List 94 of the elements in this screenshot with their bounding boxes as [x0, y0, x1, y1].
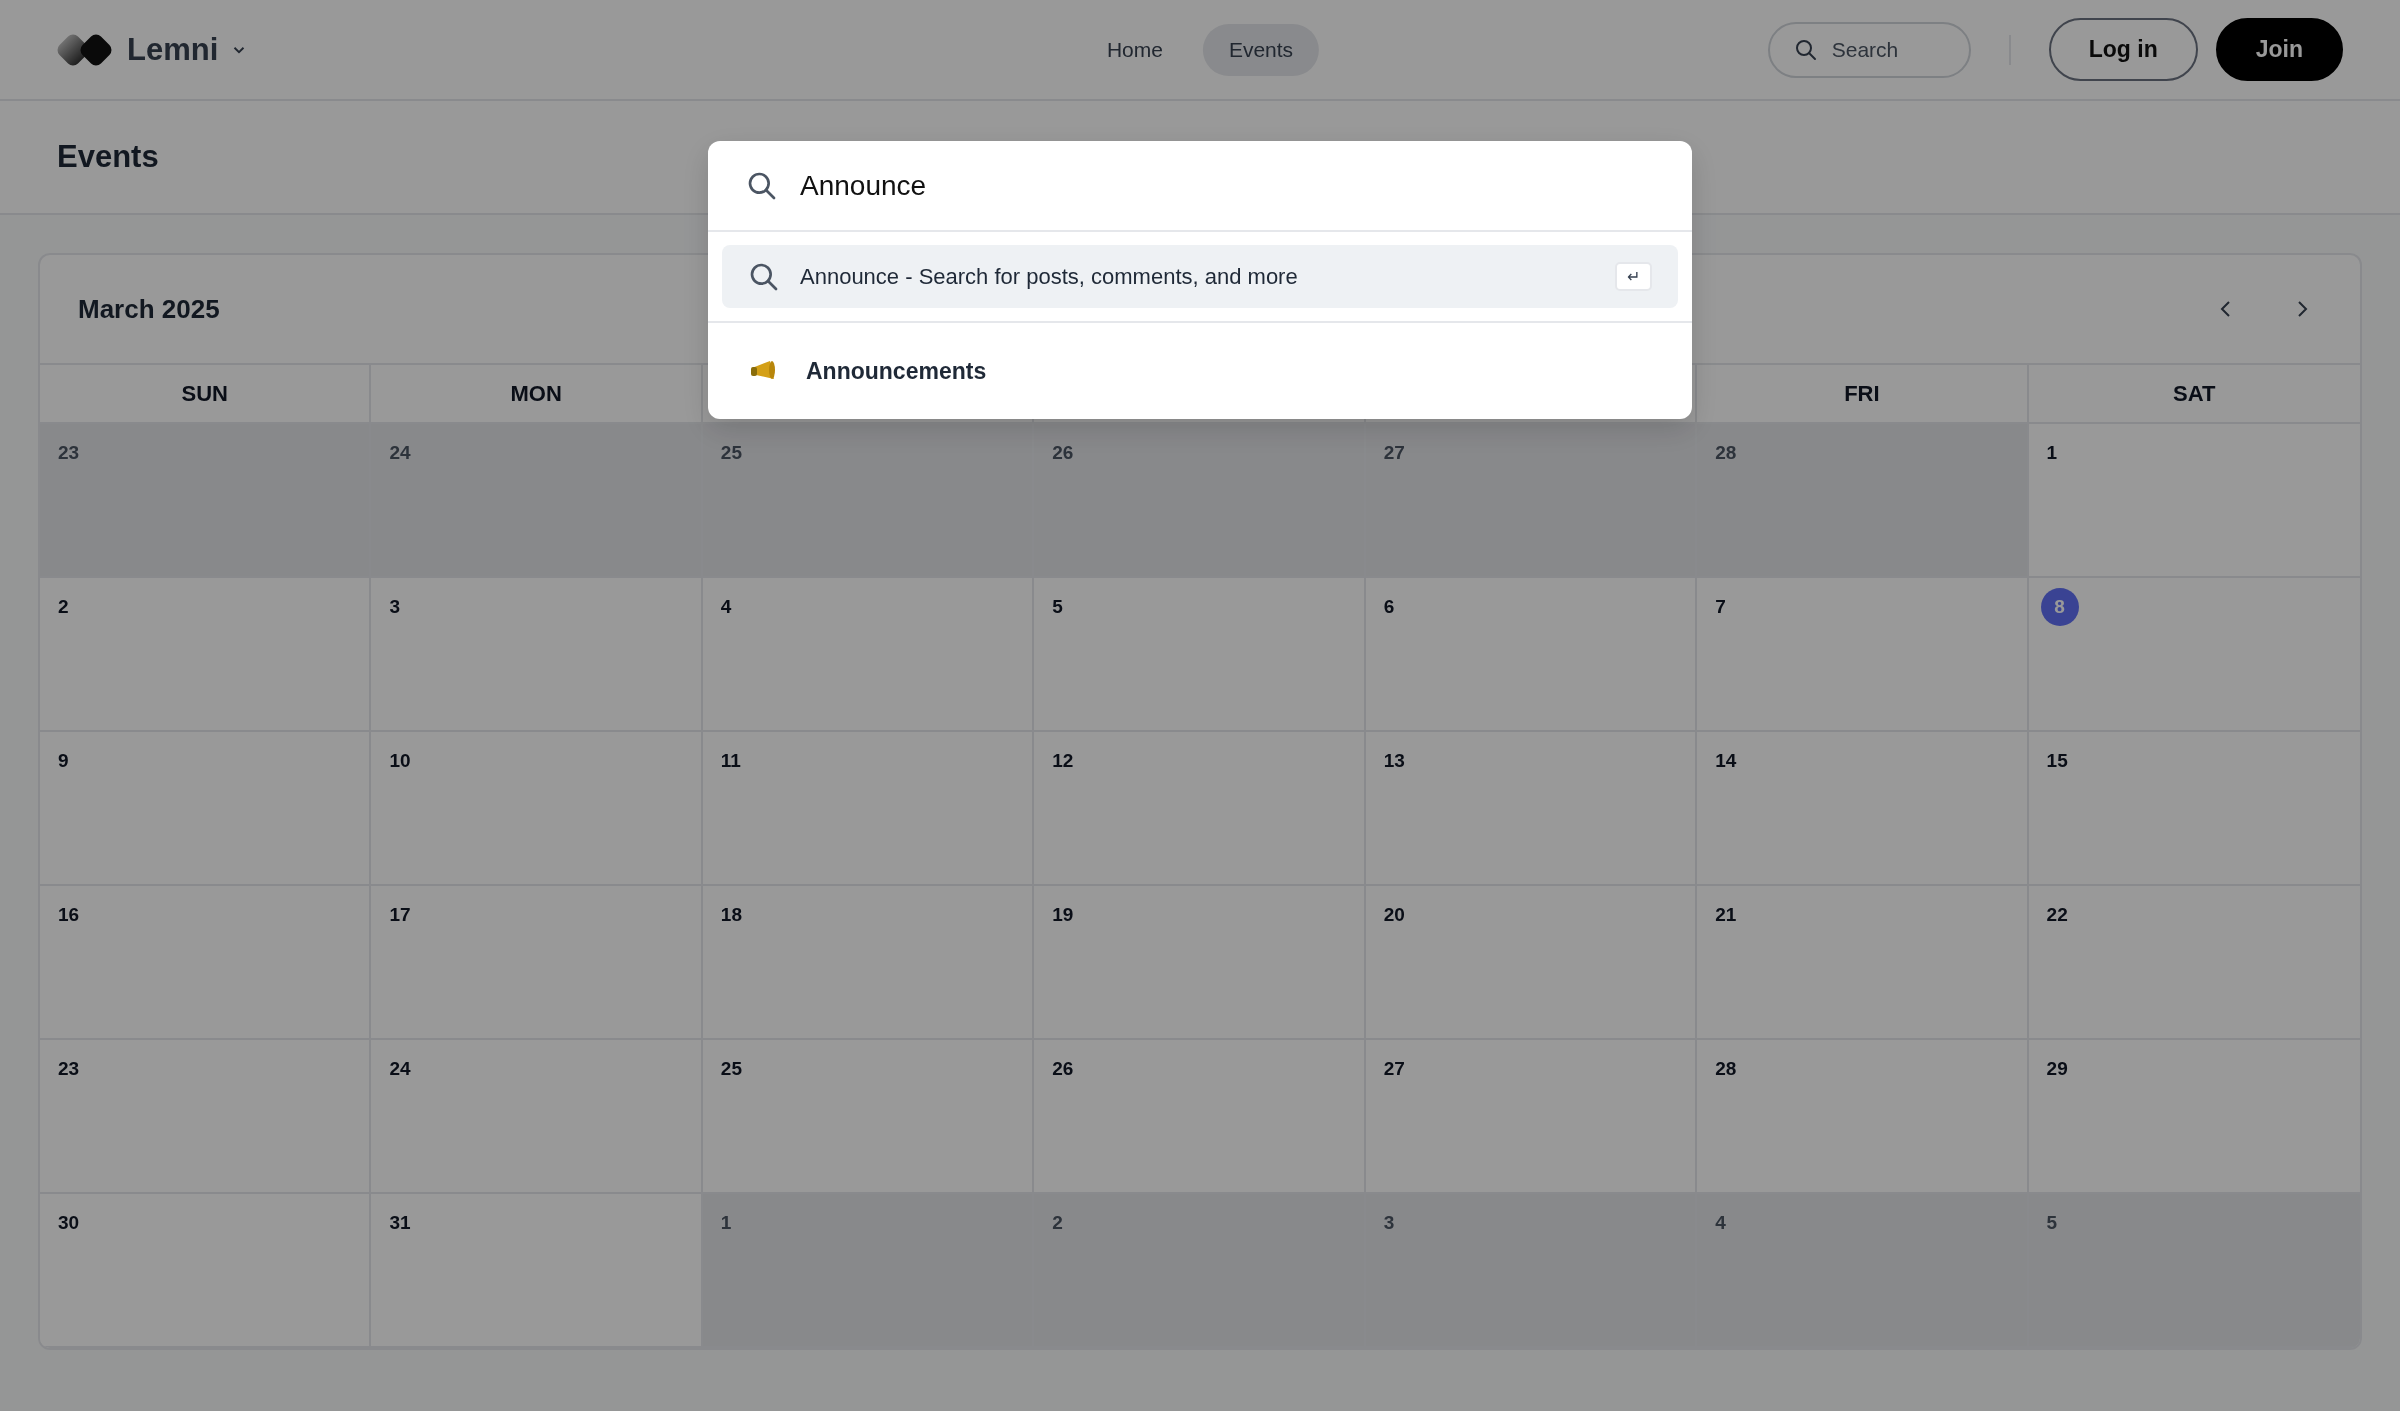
day-number: 24	[389, 1058, 411, 1080]
day-number: 11	[720, 750, 741, 772]
day-number: 20	[1383, 904, 1405, 926]
login-button[interactable]: Log in	[2048, 18, 2198, 81]
day-number: 25	[720, 1058, 742, 1080]
day-number: 1	[2046, 442, 2058, 464]
day-cell[interactable]: 10	[371, 732, 703, 886]
day-number: 23	[58, 1058, 80, 1080]
day-cell[interactable]: 5	[1034, 578, 1366, 732]
day-number: 18	[720, 904, 742, 926]
day-cell[interactable]: 4	[1697, 1194, 2029, 1348]
day-cell[interactable]: 25	[702, 1040, 1035, 1194]
day-cell[interactable]: 6	[1365, 578, 1698, 732]
day-cell[interactable]: 28	[1697, 424, 2029, 578]
suggestion-text: Announce - Search for posts, comments, and more	[800, 263, 1298, 290]
day-number: 17	[389, 904, 411, 926]
day-cell[interactable]: 14	[1697, 732, 2029, 886]
day-cell[interactable]: 26	[1034, 424, 1366, 578]
day-cell[interactable]: 27	[1365, 424, 1698, 578]
day-number: 4	[1715, 1212, 1726, 1234]
day-cell[interactable]: 2	[1034, 1194, 1366, 1348]
day-number: 15	[2046, 750, 2068, 772]
day-number: 5	[2046, 1212, 2058, 1234]
day-cell[interactable]: 31	[371, 1194, 703, 1348]
day-number: 14	[1715, 750, 1737, 772]
nav-link[interactable]: Events	[1202, 23, 1320, 76]
day-cell[interactable]: 19	[1034, 886, 1366, 1040]
day-number: 23	[58, 442, 80, 464]
day-number: 26	[1052, 442, 1074, 464]
day-cell[interactable]: 28	[1697, 1040, 2029, 1194]
day-number: 13	[1383, 750, 1405, 772]
day-number: 3	[389, 596, 400, 618]
day-number: 7	[1715, 596, 1726, 618]
brand-name[interactable]: Lemni	[127, 31, 219, 68]
day-number: 5	[1052, 596, 1063, 618]
day-cell[interactable]: 9	[40, 732, 372, 886]
day-number: 24	[389, 442, 411, 464]
day-cell[interactable]: 4	[702, 578, 1035, 732]
day-cell[interactable]: 1	[702, 1194, 1035, 1348]
search-field[interactable]: Search	[1767, 21, 1971, 78]
day-cell[interactable]: 13	[1365, 732, 1698, 886]
day-number: 19	[1052, 904, 1074, 926]
day-number: 25	[720, 442, 742, 464]
day-cell[interactable]: 11	[702, 732, 1035, 886]
search-result[interactable]: Announcements	[708, 323, 1692, 419]
day-cell[interactable]: 12	[1034, 732, 1366, 886]
day-cell[interactable]: 21	[1697, 886, 2029, 1040]
day-cell[interactable]: 5	[2028, 1194, 2360, 1348]
day-number: 26	[1052, 1058, 1074, 1080]
day-cell[interactable]: 2	[40, 578, 372, 732]
day-cell[interactable]: 23	[40, 424, 372, 578]
day-cell[interactable]: 23	[40, 1040, 372, 1194]
day-number: 6	[1383, 596, 1395, 618]
join-button[interactable]: Join	[2215, 18, 2343, 81]
day-number: 2	[58, 596, 69, 618]
day-number: 16	[58, 904, 80, 926]
search-input[interactable]: Announce	[798, 168, 1654, 203]
search-icon	[1793, 37, 1818, 62]
day-cell[interactable]: 20	[1365, 886, 1698, 1040]
day-cell[interactable]: 24	[371, 1040, 703, 1194]
day-number: 10	[389, 750, 411, 772]
today-date: 8	[2040, 588, 2079, 626]
search-suggestion[interactable]: Announce - Search for posts, comments, and more ↵	[722, 245, 1678, 308]
day-number: 9	[58, 750, 69, 772]
day-cell[interactable]: 7	[1697, 578, 2029, 732]
nav-link[interactable]: Home	[1080, 23, 1189, 76]
day-cell[interactable]: 18	[702, 886, 1035, 1040]
day-number: 31	[389, 1212, 411, 1234]
day-cell[interactable]: 3	[1365, 1194, 1698, 1348]
day-cell[interactable]: 25	[702, 424, 1035, 578]
day-cell[interactable]: 26	[1034, 1040, 1366, 1194]
day-number: 22	[2046, 904, 2068, 926]
day-number: 12	[1052, 750, 1074, 772]
modal-backdrop[interactable]	[0, 0, 2400, 1411]
page-title: Events	[57, 139, 159, 175]
day-number: 27	[1383, 1058, 1405, 1080]
day-number: 27	[1383, 442, 1405, 464]
day-cell[interactable]: 17	[371, 886, 703, 1040]
day-number: 2	[1052, 1212, 1063, 1234]
day-number: 1	[720, 1212, 732, 1234]
day-cell[interactable]: 30	[40, 1194, 372, 1348]
day-cell[interactable]: 27	[1365, 1040, 1698, 1194]
day-number: 29	[2046, 1058, 2068, 1080]
day-number: 30	[58, 1212, 80, 1234]
month-title: March 2025	[78, 293, 220, 325]
day-number: 28	[1715, 1058, 1737, 1080]
day-cell[interactable]: 16	[40, 886, 372, 1040]
enter-key-hint: ↵	[1615, 262, 1652, 291]
day-number: 4	[720, 596, 732, 618]
day-cell[interactable]: 3	[371, 578, 703, 732]
day-number: 3	[1383, 1212, 1395, 1234]
day-number: 28	[1715, 442, 1737, 464]
day-number: 21	[1715, 904, 1737, 926]
day-cell[interactable]: 24	[371, 424, 703, 578]
